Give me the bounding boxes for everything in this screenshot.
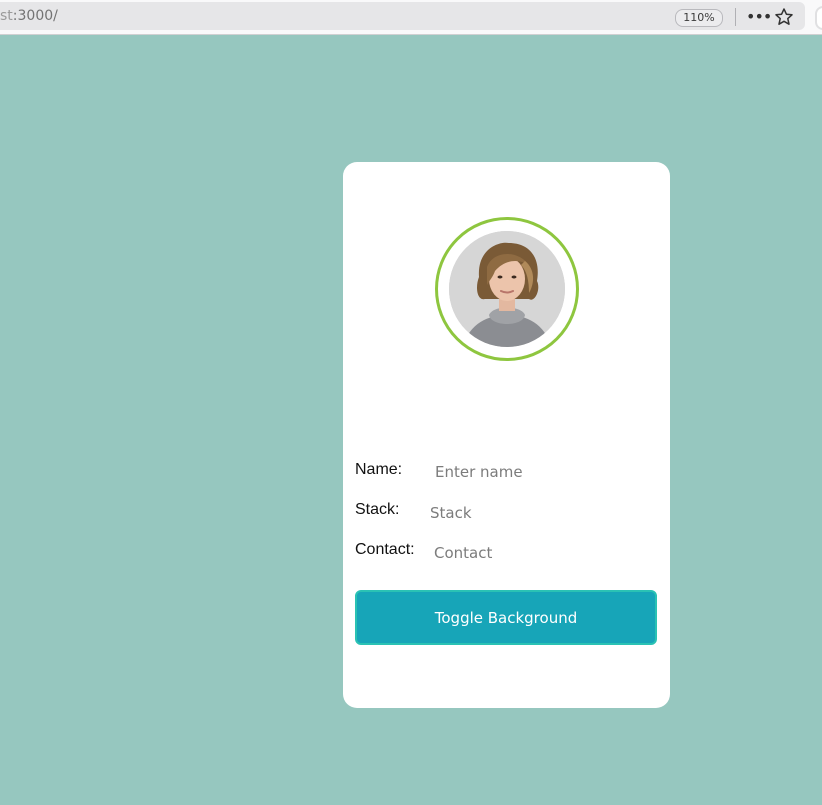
- toolbar-edge-button[interactable]: [815, 6, 822, 30]
- user-photo-icon: [449, 231, 565, 347]
- url-text[interactable]: st:3000/: [0, 8, 58, 24]
- browser-toolbar: st:3000/ 110% •••: [0, 0, 822, 35]
- contact-input[interactable]: [434, 541, 634, 565]
- stack-label: Stack:: [355, 501, 400, 518]
- zoom-level-badge[interactable]: 110%: [675, 9, 723, 27]
- stack-input[interactable]: [430, 501, 630, 525]
- url-path: :3000/: [12, 8, 58, 24]
- name-input[interactable]: [435, 460, 635, 484]
- more-options-icon[interactable]: •••: [746, 7, 772, 27]
- bookmark-star-icon[interactable]: [774, 7, 794, 27]
- address-bar-divider: [735, 8, 736, 26]
- avatar-ring: [435, 217, 579, 361]
- avatar: [449, 231, 565, 347]
- profile-card: Name: Stack: Contact: Toggle Background: [343, 162, 670, 708]
- url-host: st: [0, 8, 13, 24]
- toggle-background-button[interactable]: Toggle Background: [355, 590, 657, 645]
- address-bar[interactable]: st:3000/ 110% •••: [0, 2, 805, 30]
- contact-label: Contact:: [355, 541, 415, 558]
- name-label: Name:: [355, 461, 403, 478]
